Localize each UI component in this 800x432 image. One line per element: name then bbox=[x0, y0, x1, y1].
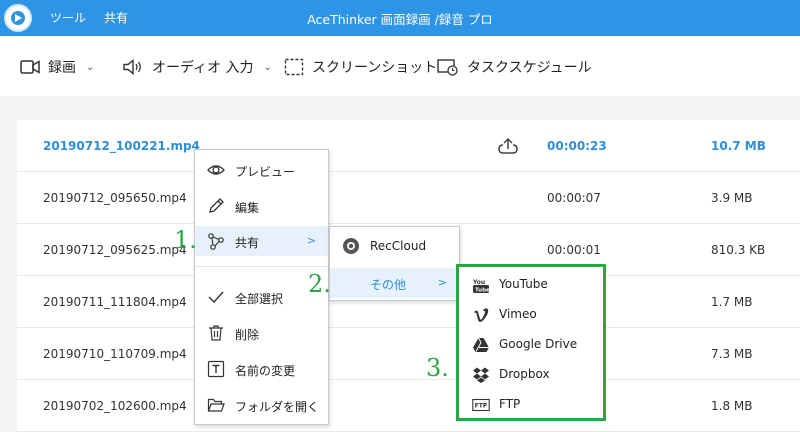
menu-item-label: フォルダを開く bbox=[235, 400, 320, 414]
ftp-icon: FTP bbox=[472, 398, 490, 412]
submenu-item-label: FTP bbox=[499, 397, 521, 411]
title-bar: ツール 共有 AceThinker 画面録画 /録音 プロ bbox=[0, 0, 800, 36]
svg-text:FTP: FTP bbox=[475, 403, 488, 410]
submenu-item-ftp[interactable]: FTP FTP bbox=[459, 390, 603, 420]
screenshot-icon bbox=[284, 58, 304, 76]
file-size: 1.7 MB bbox=[711, 295, 753, 309]
table-row[interactable]: 20190710_110709.mp4 7.3 MB bbox=[17, 328, 800, 380]
file-name: 20190712_095650.mp4 bbox=[43, 191, 187, 205]
menu-item-edit[interactable]: 編集 bbox=[195, 191, 328, 221]
screenshot-label: スクリーンショット bbox=[312, 60, 438, 76]
submenu-item-reccloud[interactable]: RecCloud bbox=[330, 231, 459, 261]
audio-input-button[interactable]: オーディオ 入力 ⌄ bbox=[122, 56, 272, 78]
google-drive-icon bbox=[473, 337, 489, 352]
submenu-item-label: Google Drive bbox=[499, 337, 578, 351]
record-label: 録画 bbox=[48, 60, 76, 76]
menu-item-rename[interactable]: 名前の変更 bbox=[195, 354, 328, 384]
record-button[interactable]: 録画 ⌄ bbox=[20, 56, 94, 78]
chevron-right-icon: > bbox=[306, 234, 316, 247]
step-annotation-1: 1. bbox=[174, 226, 197, 254]
submenu-item-google-drive[interactable]: Google Drive bbox=[459, 330, 603, 360]
app-title: AceThinker 画面録画 /録音 プロ bbox=[307, 12, 493, 27]
submenu-item-label: YouTube bbox=[499, 277, 548, 291]
speaker-icon bbox=[123, 59, 141, 75]
file-name: 20190702_102600.mp4 bbox=[43, 399, 187, 413]
file-size: 10.7 MB bbox=[711, 139, 766, 153]
schedule-clock-icon bbox=[437, 59, 458, 76]
screenshot-button[interactable]: スクリーンショット bbox=[284, 56, 437, 78]
table-row[interactable]: 20190712_095650.mp4 00:00:07 3.9 MB bbox=[17, 172, 800, 224]
menu-item-label: 全部選択 bbox=[235, 292, 284, 306]
step-annotation-3: 3. bbox=[426, 354, 449, 382]
submenu-item-vimeo[interactable]: Vimeo bbox=[459, 300, 603, 330]
youtube-icon: You Tube bbox=[472, 279, 490, 294]
file-name: 20190711_111804.mp4 bbox=[43, 295, 187, 309]
chevron-right-icon: > bbox=[437, 276, 447, 289]
file-duration: 00:00:01 bbox=[547, 243, 601, 257]
file-size: 1.8 MB bbox=[711, 399, 753, 413]
menu-item-label: 共有 bbox=[235, 236, 260, 250]
menu-item-delete[interactable]: 削除 bbox=[195, 318, 328, 348]
file-size: 7.3 MB bbox=[711, 347, 753, 361]
rename-icon bbox=[207, 360, 225, 378]
chevron-down-icon: ⌄ bbox=[86, 61, 95, 73]
task-schedule-button[interactable]: タスクスケジュール bbox=[437, 56, 592, 78]
file-size: 3.9 MB bbox=[711, 191, 753, 205]
checkmark-icon bbox=[208, 291, 224, 304]
chevron-down-icon: ⌄ bbox=[263, 61, 272, 73]
submenu-item-label: RecCloud bbox=[370, 239, 427, 253]
trash-icon bbox=[209, 325, 223, 341]
file-duration: 00:00:07 bbox=[547, 191, 601, 205]
vimeo-icon bbox=[474, 308, 489, 322]
menu-item-label: 編集 bbox=[235, 201, 260, 215]
task-schedule-label: タスクスケジュール bbox=[467, 60, 592, 76]
share-icon bbox=[208, 233, 224, 250]
submenu-item-label: Vimeo bbox=[499, 307, 537, 321]
pencil-icon bbox=[209, 198, 224, 213]
menu-item-label: 名前の変更 bbox=[235, 364, 296, 378]
eye-icon bbox=[207, 165, 225, 175]
file-name: 20190712_095625.mp4 bbox=[43, 243, 187, 257]
menu-item-label: プレビュー bbox=[235, 165, 296, 179]
menu-item-preview[interactable]: プレビュー bbox=[195, 155, 328, 185]
step-annotation-2: 2. bbox=[308, 270, 331, 298]
menu-item-share[interactable]: 共有 > bbox=[195, 226, 328, 256]
svg-text:You: You bbox=[472, 279, 485, 286]
menu-item-open-folder[interactable]: フォルダを開く bbox=[195, 390, 328, 420]
file-name: 20190710_110709.mp4 bbox=[43, 347, 187, 361]
menu-divider bbox=[195, 266, 328, 267]
submenu-item-youtube[interactable]: You Tube YouTube bbox=[459, 270, 603, 300]
file-duration: 00:00:23 bbox=[547, 139, 607, 153]
toolbar: 録画 ⌄ オーディオ 入力 ⌄ スクリーンショット タスクスケジュール bbox=[0, 36, 800, 96]
dropbox-icon bbox=[473, 367, 489, 383]
table-row[interactable]: 20190702_102600.mp4 1.8 MB bbox=[17, 380, 800, 432]
submenu-item-other[interactable]: その他 > bbox=[330, 268, 459, 298]
svg-text:Tube: Tube bbox=[475, 288, 490, 294]
video-camera-icon bbox=[20, 60, 40, 74]
submenu-item-label: その他 bbox=[370, 278, 407, 292]
other-services-submenu: You Tube YouTube Vimeo Google Drive Drop… bbox=[456, 264, 606, 421]
share-submenu: RecCloud その他 > bbox=[329, 226, 460, 301]
audio-input-label: オーディオ 入力 bbox=[152, 60, 254, 76]
file-name: 20190712_100221.mp4 bbox=[43, 139, 200, 153]
upload-icon[interactable] bbox=[497, 136, 519, 156]
submenu-item-label: Dropbox bbox=[499, 367, 550, 381]
reccloud-icon bbox=[343, 238, 359, 254]
table-row[interactable]: 20190712_100221.mp4 00:00:23 10.7 MB bbox=[17, 120, 800, 172]
folder-open-icon bbox=[207, 398, 225, 412]
submenu-item-dropbox[interactable]: Dropbox bbox=[459, 360, 603, 390]
menu-item-label: 削除 bbox=[235, 328, 260, 342]
file-size: 810.3 KB bbox=[711, 243, 766, 257]
